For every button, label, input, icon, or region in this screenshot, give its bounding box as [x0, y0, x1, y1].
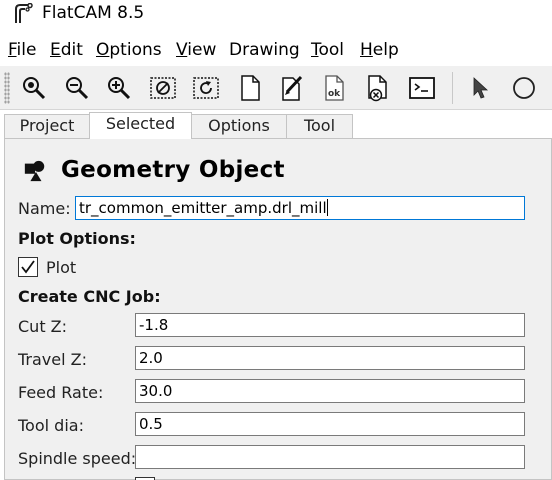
- update-geometry-icon: ok: [325, 75, 344, 101]
- tab-selected[interactable]: Selected: [89, 112, 192, 139]
- circle-button[interactable]: [508, 72, 540, 104]
- travel-z-value: 2.0: [139, 349, 163, 367]
- edit-geometry-button[interactable]: [276, 72, 308, 104]
- menu-options-mnemonic: O: [96, 40, 110, 60]
- name-input[interactable]: tr_common_emitter_amp.drl_mill: [75, 196, 525, 220]
- cut-z-label: Cut Z:: [18, 317, 68, 336]
- menu-file-label: ile: [16, 40, 37, 60]
- menu-view[interactable]: View: [176, 40, 216, 60]
- delete-icon: [368, 75, 387, 102]
- feed-rate-input[interactable]: 30.0: [135, 379, 525, 403]
- clear-plot-icon: [150, 77, 176, 99]
- spindle-speed-input[interactable]: [135, 445, 525, 469]
- shell-button[interactable]: [406, 72, 438, 104]
- select-icon: [473, 77, 489, 99]
- checkmark-icon: [21, 260, 35, 274]
- title-bar: FlatCAM 8.5: [0, 0, 552, 30]
- menu-edit-mnemonic: E: [50, 40, 61, 60]
- menu-file[interactable]: File: [8, 40, 36, 60]
- feed-rate-label: Feed Rate:: [18, 383, 104, 402]
- edit-geometry-icon: [282, 75, 303, 101]
- zoom-in-icon: [108, 77, 131, 100]
- tab-options[interactable]: Options: [191, 114, 287, 138]
- window-title: FlatCAM 8.5: [42, 3, 145, 23]
- travel-z-label: Travel Z:: [18, 350, 87, 369]
- plot-checkbox-label[interactable]: Plot: [46, 258, 76, 277]
- cut-z-input[interactable]: -1.8: [135, 313, 525, 337]
- create-cnc-job-label: Create CNC Job:: [18, 287, 161, 306]
- tab-project[interactable]: Project: [4, 114, 90, 138]
- geometry-icon: [24, 160, 45, 182]
- menu-drawing[interactable]: Drawing: [229, 40, 300, 60]
- menu-view-mnemonic: V: [176, 40, 188, 60]
- tool-dia-value: 0.5: [139, 415, 163, 433]
- delete-button[interactable]: [362, 72, 394, 104]
- name-label: Name:: [18, 199, 71, 218]
- travel-z-input[interactable]: 2.0: [135, 346, 525, 370]
- circle-icon: [513, 77, 535, 99]
- select-button[interactable]: [464, 72, 496, 104]
- tab-tool[interactable]: Tool: [286, 114, 353, 138]
- menu-options[interactable]: Options: [96, 40, 162, 60]
- svg-text:ok: ok: [328, 89, 341, 99]
- menu-drawing-label: Drawing: [229, 40, 300, 60]
- menu-help-label: elp: [372, 40, 399, 60]
- new-project-icon: [241, 75, 260, 101]
- tab-bar: Project Selected Options Tool: [0, 112, 552, 139]
- update-geometry-button[interactable]: ok: [319, 72, 351, 104]
- tab-selected-label: Selected: [105, 114, 176, 133]
- toolbar: ok: [0, 66, 552, 110]
- clear-plot-button[interactable]: [147, 72, 179, 104]
- zoom-out-button[interactable]: [61, 72, 93, 104]
- new-project-button[interactable]: [234, 72, 266, 104]
- tab-tool-label: Tool: [303, 116, 336, 135]
- zoom-in-button[interactable]: [103, 72, 135, 104]
- name-input-value: tr_common_emitter_amp.drl_mill: [79, 199, 327, 217]
- menu-file-mnemonic: F: [8, 40, 17, 60]
- toolbar-grip[interactable]: [4, 72, 10, 104]
- plot-checkbox[interactable]: [18, 257, 38, 277]
- shell-icon: [409, 77, 435, 99]
- menu-help-mnemonic: H: [360, 40, 373, 60]
- feed-rate-value: 30.0: [139, 382, 173, 400]
- menu-options-label: ptions: [109, 40, 162, 60]
- menu-view-label: iew: [187, 40, 217, 60]
- zoom-fit-icon: [23, 77, 46, 100]
- menu-tool-label: ool: [318, 40, 345, 60]
- menu-help[interactable]: Help: [360, 40, 399, 60]
- replot-icon: [193, 77, 219, 99]
- menu-tool-mnemonic: T: [311, 40, 319, 60]
- selected-panel: Geometry Object Name: tr_common_emitter_…: [4, 138, 552, 480]
- tab-project-label: Project: [19, 116, 75, 135]
- spindle-speed-label: Spindle speed:: [18, 449, 137, 468]
- tool-dia-input[interactable]: 0.5: [135, 412, 525, 436]
- plot-options-label: Plot Options:: [18, 229, 136, 248]
- object-title: Geometry Object: [61, 157, 285, 183]
- menu-bar: File Edit Options View Drawing Tool Help: [0, 36, 552, 64]
- tab-options-label: Options: [208, 116, 270, 135]
- cut-z-value: -1.8: [139, 316, 169, 334]
- zoom-fit-button[interactable]: [18, 72, 50, 104]
- tool-dia-label: Tool dia:: [18, 416, 84, 435]
- replot-button[interactable]: [190, 72, 222, 104]
- text-caret: [326, 199, 328, 216]
- menu-edit-label: dit: [60, 40, 83, 60]
- flatcam-logo-icon: [15, 3, 33, 23]
- zoom-out-icon: [66, 77, 89, 100]
- menu-edit[interactable]: Edit: [50, 40, 83, 60]
- menu-tool[interactable]: Tool: [311, 40, 344, 60]
- toolbar-separator: [452, 72, 453, 104]
